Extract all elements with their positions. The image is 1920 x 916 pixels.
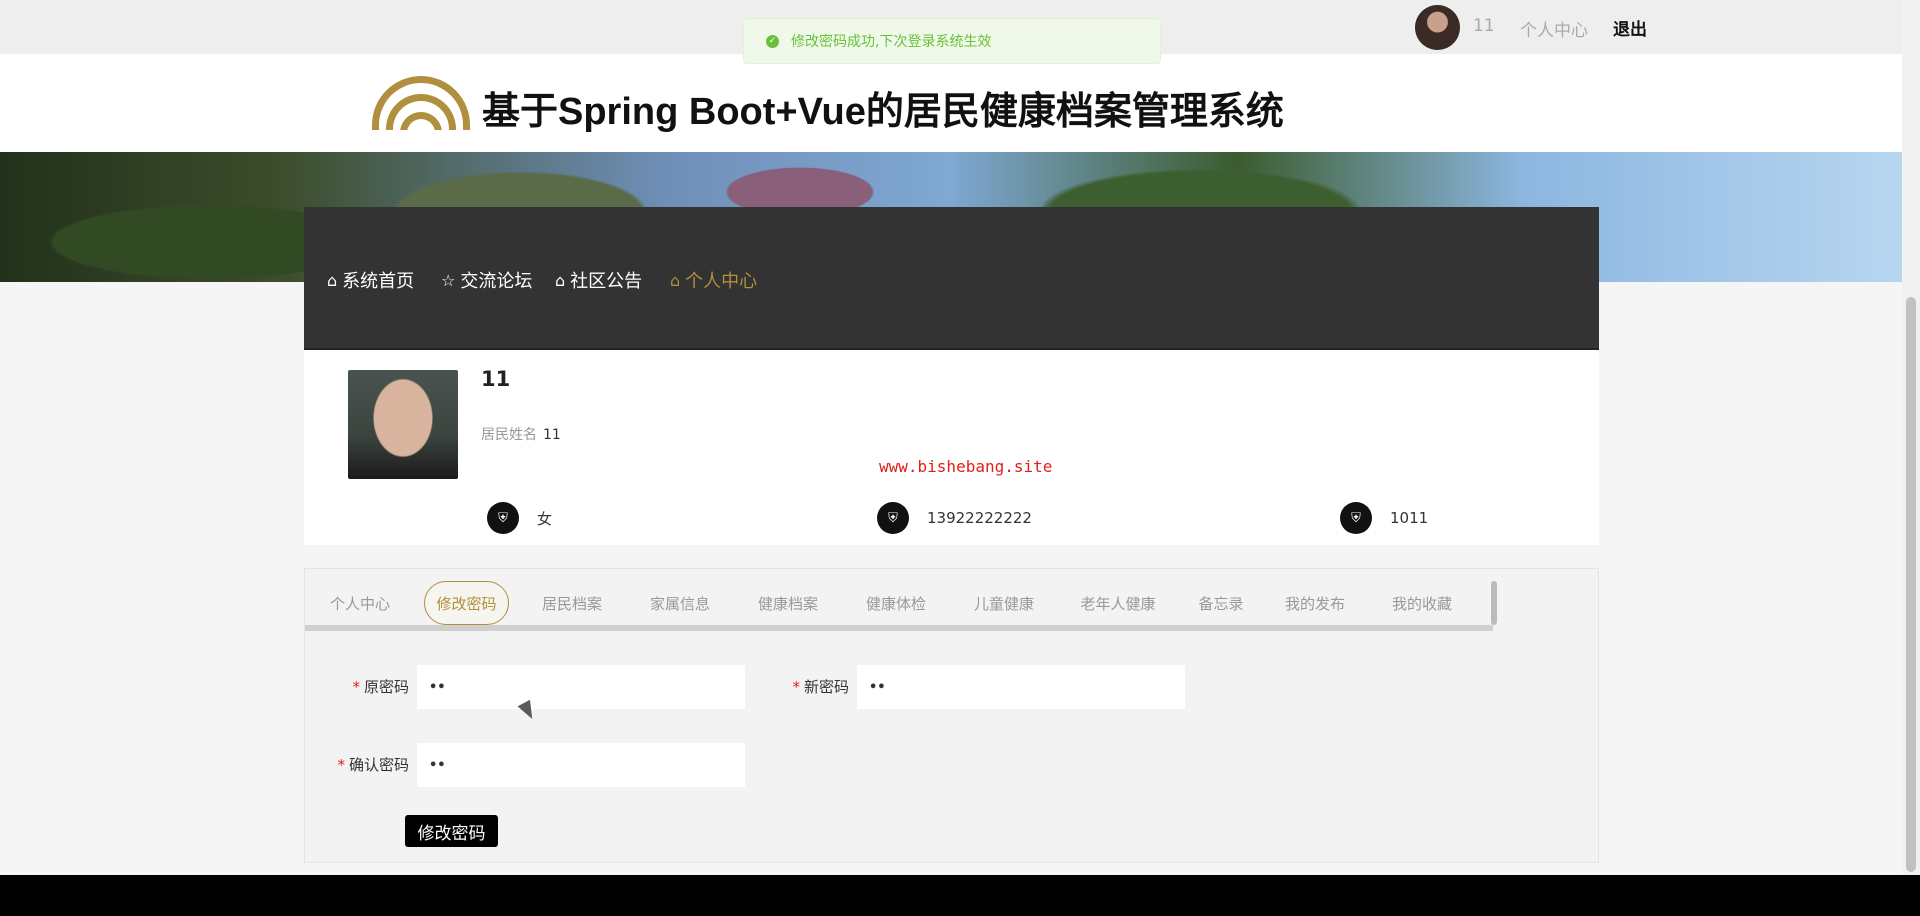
shield-icon: ⛨ <box>877 502 909 534</box>
nav-item-forum[interactable]: ☆ 交流论坛 <box>441 267 532 293</box>
nav-item-home[interactable]: ⌂ 系统首页 <box>327 267 414 293</box>
top-username: 11 <box>1473 16 1495 36</box>
star-icon: ☆ <box>441 270 456 290</box>
tab-my-favorites[interactable]: 我的收藏 <box>1381 581 1463 625</box>
home-icon: ⌂ <box>327 270 338 290</box>
tab-elderly-health[interactable]: 老年人健康 <box>1069 581 1167 625</box>
nav-item-label: 社区公告 <box>570 271 643 292</box>
tab-memo[interactable]: 备忘录 <box>1187 581 1255 625</box>
check-circle-icon: ✓ <box>766 34 779 48</box>
bag-icon: ⌂ <box>555 270 566 290</box>
user-avatar[interactable] <box>1415 5 1460 50</box>
info-phone: ⛨ 13922222222 <box>877 502 1032 534</box>
site-title: 基于Spring Boot+Vue的居民健康档案管理系统 <box>482 91 1284 133</box>
info-id: ⛨ 1011 <box>1340 502 1428 534</box>
tab-bar: 个人中心 修改密码 居民档案 家属信息 健康档案 健康体检 儿童健康 老年人健康… <box>305 569 1497 631</box>
old-password-input[interactable] <box>417 665 745 709</box>
old-password-label: * 原密码 <box>352 678 409 696</box>
gender-value: 女 <box>537 509 553 528</box>
tab-health-checkup[interactable]: 健康体检 <box>855 581 937 625</box>
profile-photo <box>348 370 458 479</box>
tab-personal-center[interactable]: 个人中心 <box>319 581 401 625</box>
confirm-password-input[interactable] <box>417 743 745 787</box>
watermark-text: www.bishebang.site <box>879 457 1053 476</box>
profile-card: 11 居民姓名 11 www.bishebang.site ⛨ 女 ⛨ 13922… <box>304 350 1599 545</box>
tab-resident-record[interactable]: 居民档案 <box>531 581 613 625</box>
new-password-input[interactable] <box>857 665 1185 709</box>
tab-my-posts[interactable]: 我的发布 <box>1274 581 1356 625</box>
profile-field: 居民姓名 11 <box>481 424 561 444</box>
shield-icon: ⛨ <box>1340 502 1372 534</box>
site-header: 基于Spring Boot+Vue的居民健康档案管理系统 <box>0 54 1902 152</box>
nav-item-label: 系统首页 <box>342 271 415 292</box>
logout-link[interactable]: 退出 <box>1613 15 1647 40</box>
top-personal-center-link[interactable]: 个人中心 <box>1520 16 1588 41</box>
main-nav: ⌂ 系统首页 ☆ 交流论坛 ⌂ 社区公告 ⌂ 个人中心 <box>304 207 1599 350</box>
success-toast: ✓ 修改密码成功,下次登录系统生效 <box>743 18 1161 64</box>
id-value: 1011 <box>1390 509 1429 527</box>
phone-value: 13922222222 <box>927 509 1032 527</box>
tab-health-record[interactable]: 健康档案 <box>747 581 829 625</box>
change-password-button[interactable]: 修改密码 <box>405 815 498 847</box>
home-icon: ⌂ <box>670 270 681 290</box>
field-value: 11 <box>543 427 561 443</box>
confirm-password-label: * 确认密码 <box>337 756 409 774</box>
page-scrollbar[interactable] <box>1902 0 1920 875</box>
tab-family-info[interactable]: 家属信息 <box>639 581 721 625</box>
new-password-label: * 新密码 <box>792 678 849 696</box>
nav-item-personal-center[interactable]: ⌂ 个人中心 <box>670 267 757 293</box>
profile-name: 11 <box>481 367 511 391</box>
nav-item-label: 交流论坛 <box>460 271 533 292</box>
tab-change-password[interactable]: 修改密码 <box>424 581 509 625</box>
page-footer <box>0 875 1920 916</box>
nav-item-label: 个人中心 <box>685 271 758 292</box>
field-label: 居民姓名 <box>481 427 537 443</box>
nav-item-notice[interactable]: ⌂ 社区公告 <box>555 267 642 293</box>
shield-icon: ⛨ <box>487 502 519 534</box>
tab-child-health[interactable]: 儿童健康 <box>963 581 1045 625</box>
toast-message: 修改密码成功,下次登录系统生效 <box>791 34 992 50</box>
personal-center-panel: 个人中心 修改密码 居民档案 家属信息 健康档案 健康体检 儿童健康 老年人健康… <box>304 568 1599 863</box>
site-logo <box>372 74 470 130</box>
info-gender: ⛨ 女 <box>487 502 552 534</box>
scrollbar-thumb[interactable] <box>1906 297 1916 872</box>
tabs-scrollbar[interactable] <box>1491 581 1497 625</box>
